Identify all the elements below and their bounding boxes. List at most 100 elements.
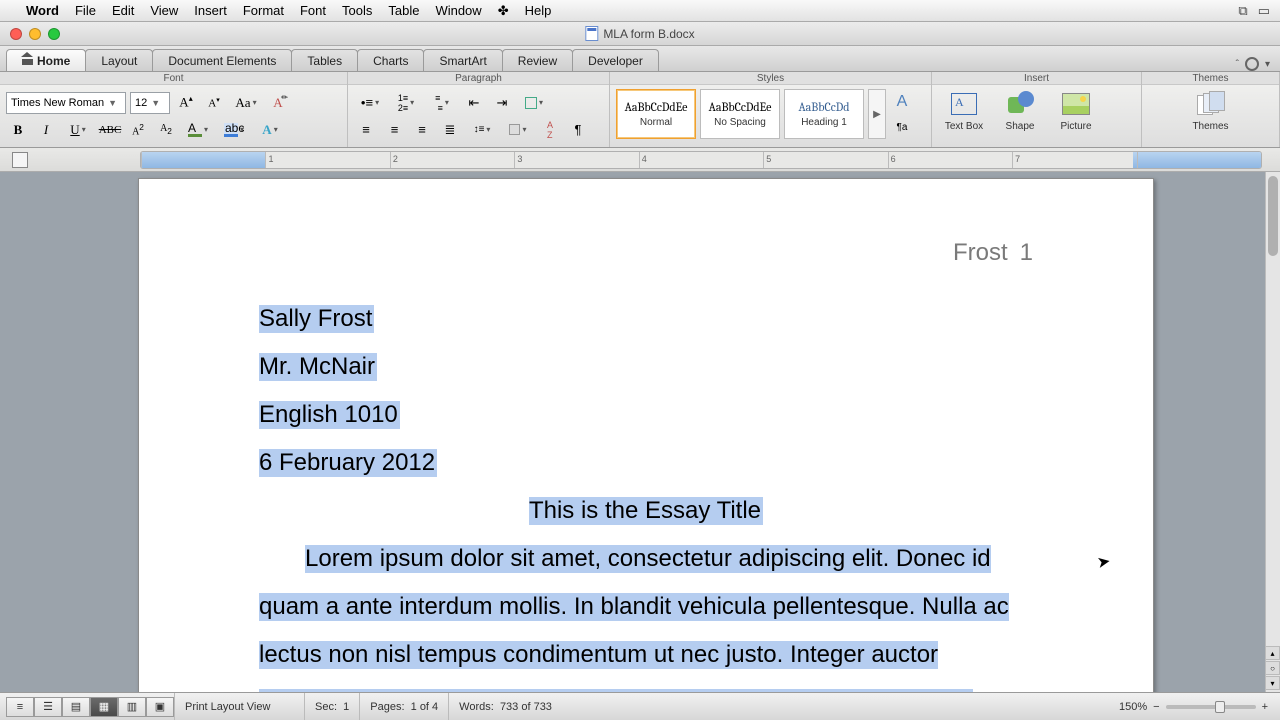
menu-insert[interactable]: Insert: [194, 3, 227, 18]
ribbon-collapse-icon[interactable]: ˆ: [1236, 59, 1239, 70]
increase-indent-button[interactable]: ⇥: [490, 91, 514, 115]
status-section[interactable]: Sec: 1: [304, 693, 359, 720]
group-label-themes: Themes: [1142, 72, 1279, 85]
tab-home[interactable]: Home: [6, 49, 86, 71]
font-color-button[interactable]: A▾: [182, 118, 214, 142]
tab-review[interactable]: Review: [502, 49, 573, 71]
group-label-paragraph: Paragraph: [348, 72, 609, 85]
insert-shape-button[interactable]: Shape: [996, 89, 1044, 132]
view-notebook-button[interactable]: ▥: [118, 697, 146, 717]
app-menu[interactable]: Word: [26, 3, 59, 18]
shrink-font-button[interactable]: A▾: [202, 91, 226, 115]
superscript-button[interactable]: A2: [126, 118, 150, 142]
highlight-button[interactable]: abc▾: [218, 118, 250, 142]
menu-file[interactable]: File: [75, 3, 96, 18]
borders-button[interactable]: ▾: [518, 91, 550, 115]
menubar-icon-2[interactable]: ▭: [1258, 3, 1270, 19]
menubar-icon-1[interactable]: ⧉: [1238, 3, 1247, 19]
menu-window[interactable]: Window: [435, 3, 481, 18]
document-body[interactable]: Sally Frost Mr. McNair English 1010 6 Fe…: [259, 295, 1033, 692]
status-pages[interactable]: Pages: 1 of 4: [359, 693, 448, 720]
change-case-button[interactable]: Aa▾: [230, 91, 262, 115]
grow-font-button[interactable]: A▴: [174, 91, 198, 115]
align-center-button[interactable]: ≡: [382, 118, 406, 142]
view-outline-button[interactable]: ☰: [34, 697, 62, 717]
tab-document-elements[interactable]: Document Elements: [152, 49, 292, 71]
script-menu[interactable]: ✤: [498, 3, 509, 19]
shape-icon: [1006, 91, 1034, 117]
italic-button[interactable]: I: [34, 118, 58, 142]
bullets-button[interactable]: •≡▾: [354, 91, 386, 115]
group-label-styles: Styles: [610, 72, 931, 85]
shading-button[interactable]: ▾: [502, 118, 534, 142]
menu-font[interactable]: Font: [300, 3, 326, 18]
menu-view[interactable]: View: [150, 3, 178, 18]
align-right-button[interactable]: ≡: [410, 118, 434, 142]
decrease-indent-button[interactable]: ⇤: [462, 91, 486, 115]
style-heading-1[interactable]: AaBbCcDd Heading 1: [784, 89, 864, 139]
subscript-button[interactable]: A2: [154, 118, 178, 142]
zoom-in-button[interactable]: +: [1262, 701, 1268, 713]
themes-button[interactable]: Themes: [1187, 89, 1235, 132]
tab-selector[interactable]: [12, 152, 28, 168]
running-header: Frost1: [953, 239, 1033, 267]
view-draft-button[interactable]: ≡: [6, 697, 34, 717]
prev-page-button[interactable]: ▴: [1265, 646, 1280, 660]
vertical-scrollbar[interactable]: [1265, 172, 1280, 692]
numbering-button[interactable]: 1≡2≡▾: [390, 91, 422, 115]
style-no-spacing[interactable]: AaBbCcDdEe No Spacing: [700, 89, 780, 139]
bold-button[interactable]: B: [6, 118, 30, 142]
themes-icon: [1197, 91, 1225, 117]
font-name-combo[interactable]: Times New Roman▼: [6, 92, 126, 114]
status-words[interactable]: Words: 733 of 733: [448, 693, 562, 720]
view-print-layout-button[interactable]: ▦: [90, 697, 118, 717]
ribbon-options-icon[interactable]: ▾: [1265, 59, 1270, 70]
essay-title: This is the Essay Title: [529, 497, 763, 525]
menu-edit[interactable]: Edit: [112, 3, 134, 18]
page[interactable]: Frost1 Sally Frost Mr. McNair English 10…: [138, 178, 1154, 692]
strikethrough-button[interactable]: ABC: [98, 118, 122, 142]
tab-developer[interactable]: Developer: [572, 49, 659, 71]
browse-object-button[interactable]: ○: [1265, 661, 1280, 675]
close-button[interactable]: [10, 28, 22, 40]
styles-scroll-button[interactable]: ▶: [868, 89, 886, 139]
sort-button[interactable]: AZ: [538, 118, 562, 142]
gear-icon[interactable]: [1245, 57, 1259, 71]
menu-tools[interactable]: Tools: [342, 3, 372, 18]
ribbon-tabs: Home Layout Document Elements Tables Cha…: [0, 46, 1280, 72]
tab-layout[interactable]: Layout: [85, 49, 153, 71]
insert-picture-button[interactable]: Picture: [1052, 89, 1100, 132]
text-effects-button[interactable]: A▾: [254, 118, 286, 142]
styles-pane-button[interactable]: ¶a: [888, 116, 916, 138]
menu-help[interactable]: Help: [525, 3, 552, 18]
zoom-button[interactable]: [48, 28, 60, 40]
next-page-button[interactable]: ▾: [1265, 676, 1280, 690]
insert-textbox-button[interactable]: Text Box: [940, 89, 988, 132]
horizontal-ruler[interactable]: 12 345 67: [140, 151, 1262, 169]
justify-button[interactable]: ≣: [438, 118, 462, 142]
group-label-insert: Insert: [932, 72, 1141, 85]
menu-table[interactable]: Table: [388, 3, 419, 18]
align-left-button[interactable]: ≡: [354, 118, 378, 142]
tab-tables[interactable]: Tables: [291, 49, 358, 71]
zoom-slider[interactable]: [1166, 705, 1256, 709]
statusbar: ≡ ☰ ▤ ▦ ▥ ▣ Print Layout View Sec: 1 Pag…: [0, 692, 1280, 720]
show-marks-button[interactable]: ¶: [566, 118, 590, 142]
clear-formatting-button[interactable]: A✏: [266, 91, 290, 115]
font-size-combo[interactable]: 12▼: [130, 92, 170, 114]
underline-button[interactable]: U▾: [62, 118, 94, 142]
zoom-out-button[interactable]: −: [1153, 701, 1159, 713]
tab-charts[interactable]: Charts: [357, 49, 424, 71]
tab-smartart[interactable]: SmartArt: [423, 49, 502, 71]
minimize-button[interactable]: [29, 28, 41, 40]
view-publishing-button[interactable]: ▤: [62, 697, 90, 717]
zoom-level[interactable]: 150%: [1119, 701, 1147, 713]
style-normal[interactable]: AaBbCcDdEe Normal: [616, 89, 696, 139]
heading-line-1: Sally Frost: [259, 305, 374, 333]
line-spacing-button[interactable]: ↕≡▾: [466, 118, 498, 142]
change-styles-button[interactable]: A: [888, 90, 916, 114]
menu-format[interactable]: Format: [243, 3, 284, 18]
view-focus-button[interactable]: ▣: [146, 697, 174, 717]
multilevel-list-button[interactable]: ≡ ≡▾: [426, 91, 458, 115]
ribbon: Font Times New Roman▼ 12▼ A▴ A▾ Aa▾ A✏ B…: [0, 72, 1280, 148]
